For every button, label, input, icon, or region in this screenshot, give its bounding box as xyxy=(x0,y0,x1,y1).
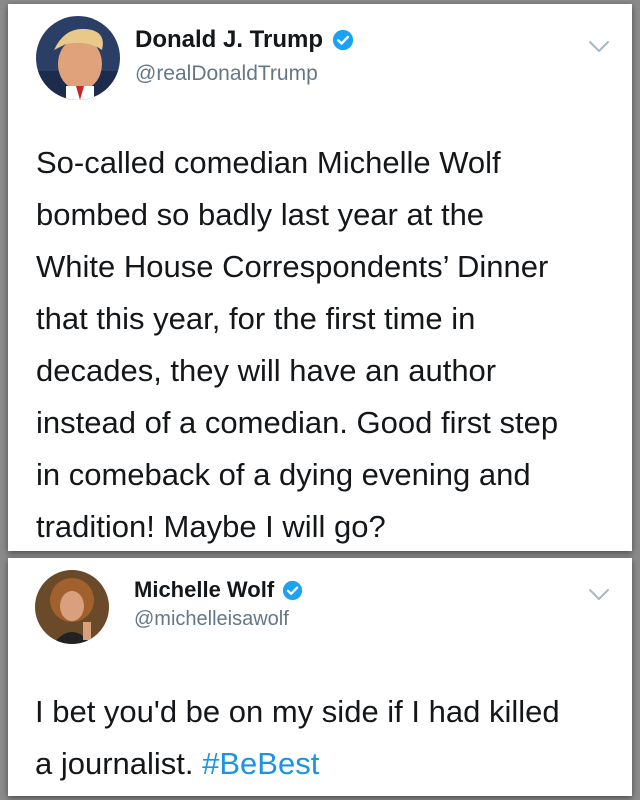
display-name[interactable]: Donald J. Trump xyxy=(135,26,323,54)
avatar-image xyxy=(35,570,109,644)
avatar-image xyxy=(36,16,120,100)
user-handle[interactable]: @michelleisawolf xyxy=(134,608,289,631)
verified-badge-icon xyxy=(332,29,354,51)
tweet-card: Donald J. Trump @realDonaldTrump So-call… xyxy=(8,4,632,551)
tweet-card: Michelle Wolf @michelleisawolf I bet you… xyxy=(8,558,632,796)
display-name[interactable]: Michelle Wolf xyxy=(134,577,274,603)
name-row: Donald J. Trump xyxy=(135,26,354,54)
chevron-down-icon[interactable] xyxy=(588,40,610,54)
chevron-down-icon[interactable] xyxy=(588,588,610,602)
tweet-text: So-called comedian Michelle Wolf bombed … xyxy=(36,145,559,544)
hashtag-link[interactable]: #BeBest xyxy=(202,746,319,781)
name-row: Michelle Wolf xyxy=(134,577,303,603)
avatar[interactable] xyxy=(35,570,109,644)
tweet-text: I bet you'd be on my side if I had kille… xyxy=(35,686,625,790)
user-handle[interactable]: @realDonaldTrump xyxy=(135,62,318,86)
avatar[interactable] xyxy=(36,16,120,100)
verified-badge-icon xyxy=(283,580,303,600)
